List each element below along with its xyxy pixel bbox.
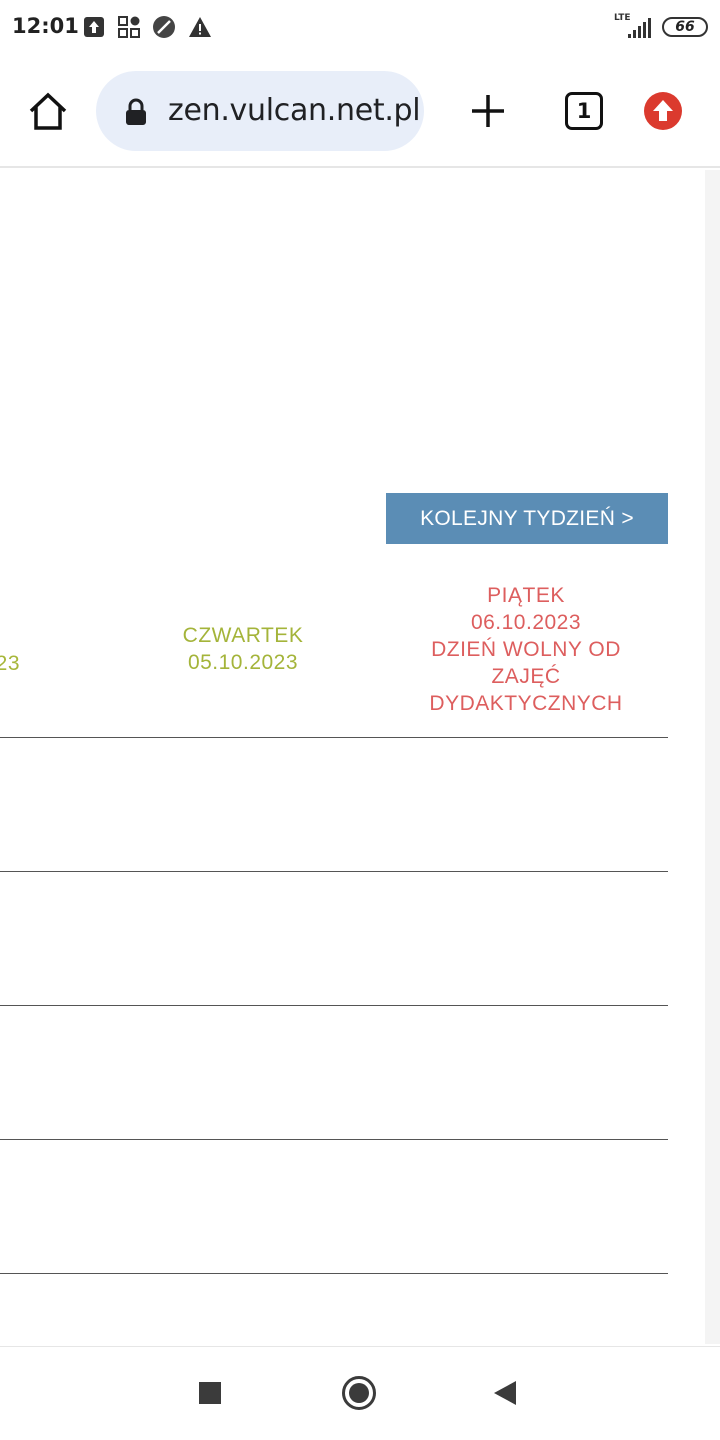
day-off-note: DZIEŃ WOLNY OD: [431, 638, 621, 661]
update-button[interactable]: [644, 92, 682, 130]
new-tab-icon[interactable]: [466, 89, 510, 133]
battery-indicator: 66: [662, 17, 708, 37]
timetable-row-divider: [0, 871, 668, 872]
tab-switcher-button[interactable]: 1: [565, 92, 603, 130]
system-navigation-bar: [0, 1346, 720, 1440]
previous-day-date: 23: [0, 652, 20, 675]
page-scrollbar[interactable]: [705, 170, 720, 1344]
address-bar[interactable]: zen.vulcan.net.pl: [96, 71, 424, 151]
home-button-dot: [349, 1383, 369, 1403]
day-off-note: ZAJĘĆ: [491, 665, 561, 688]
home-icon[interactable]: [26, 90, 70, 134]
status-bar: 12:01 LTE 66: [0, 0, 720, 56]
recent-apps-button[interactable]: [199, 1382, 221, 1404]
timetable-row-divider: [0, 737, 668, 738]
day-name: PIĄTEK: [487, 584, 565, 607]
apps-grid-icon: [118, 16, 140, 38]
warning-icon: [189, 17, 211, 37]
previous-day-date-fragment: 23: [0, 650, 20, 677]
url-text: zen.vulcan.net.pl: [168, 93, 421, 128]
day-header-friday: PIĄTEK 06.10.2023 DZIEŃ WOLNY OD ZAJĘĆ D…: [400, 582, 652, 717]
lock-icon: [126, 98, 146, 125]
next-week-button[interactable]: KOLEJNY TYDZIEŃ >: [386, 493, 668, 544]
day-off-note: DYDAKTYCZNYCH: [429, 692, 623, 715]
upload-icon: [84, 17, 104, 37]
status-time: 12:01: [12, 14, 79, 38]
back-button[interactable]: [494, 1381, 516, 1405]
signal-icon: [628, 18, 651, 38]
timetable-row-divider: [0, 1273, 668, 1274]
data-saver-icon: [153, 16, 175, 38]
arrow-up-icon: [653, 100, 673, 121]
day-date: 05.10.2023: [187, 651, 299, 674]
timetable-row-divider: [0, 1139, 668, 1140]
day-name: CZWARTEK: [182, 624, 304, 647]
browser-toolbar: zen.vulcan.net.pl 1: [0, 56, 720, 168]
day-header-thursday: CZWARTEK 05.10.2023: [150, 622, 336, 676]
day-date: 06.10.2023: [470, 611, 582, 634]
timetable-row-divider: [0, 1005, 668, 1006]
home-button[interactable]: [342, 1376, 376, 1410]
